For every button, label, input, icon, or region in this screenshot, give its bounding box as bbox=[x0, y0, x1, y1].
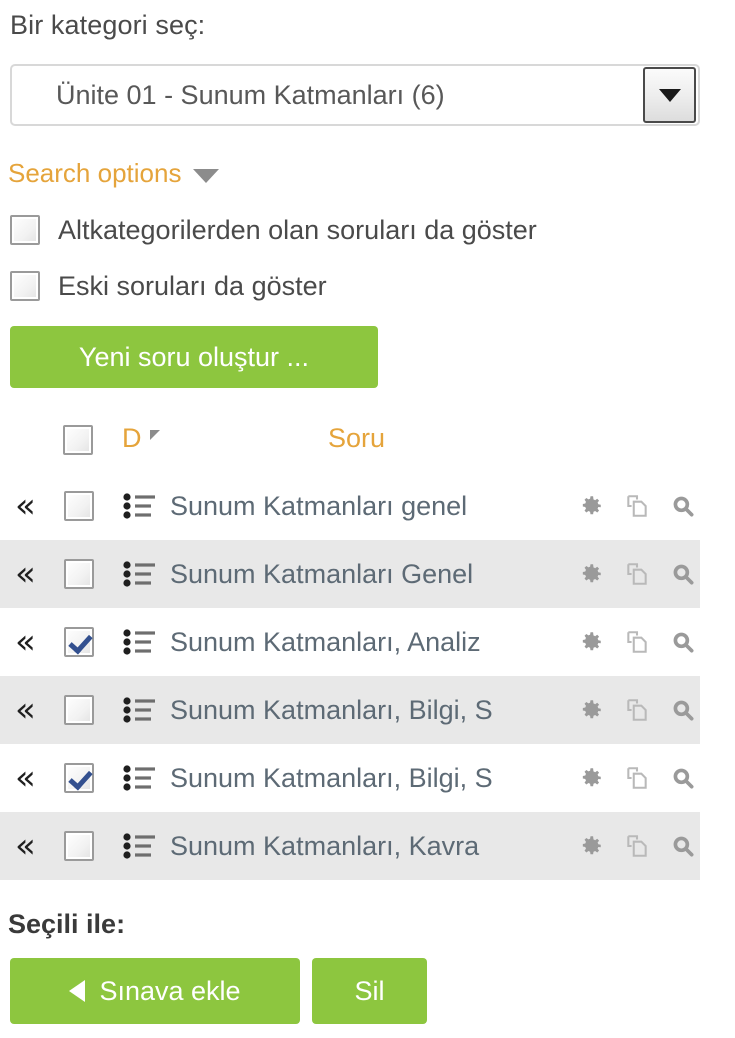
category-label: Bir kategori seç: bbox=[10, 10, 206, 40]
multichoice-icon bbox=[122, 629, 156, 655]
magnifier-icon[interactable] bbox=[670, 697, 696, 723]
column-header-soru[interactable]: Soru bbox=[328, 422, 385, 454]
row-select-checkbox[interactable] bbox=[64, 695, 94, 725]
gear-icon[interactable] bbox=[578, 629, 604, 655]
magnifier-icon[interactable] bbox=[670, 561, 696, 587]
category-select[interactable]: Ünite 01 - Sunum Katmanları (6) bbox=[10, 64, 700, 126]
question-name[interactable]: Sunum Katmanları genel bbox=[170, 490, 570, 522]
search-options-toggle[interactable]: Search options bbox=[8, 158, 220, 188]
gear-icon[interactable] bbox=[578, 561, 604, 587]
category-select-dropdown-button[interactable] bbox=[643, 67, 696, 123]
duplicate-icon[interactable] bbox=[624, 561, 650, 587]
triangle-left-icon bbox=[69, 980, 86, 1002]
question-name[interactable]: Sunum Katmanları, Kavra bbox=[170, 830, 570, 862]
row-select-checkbox[interactable] bbox=[64, 559, 94, 589]
question-name[interactable]: Sunum Katmanları Genel bbox=[170, 558, 570, 590]
sort-ascending-icon bbox=[149, 430, 160, 440]
table-row: « Sunum Katmanları, Kavra bbox=[0, 812, 700, 880]
row-select-checkbox[interactable] bbox=[64, 763, 94, 793]
search-options-label: Search options bbox=[8, 158, 182, 188]
gear-icon[interactable] bbox=[578, 493, 604, 519]
double-chevron-left-icon[interactable]: « bbox=[15, 761, 36, 795]
row-actions bbox=[578, 561, 696, 587]
caret-down-icon bbox=[658, 88, 681, 102]
old-questions-checkbox[interactable] bbox=[10, 271, 40, 301]
table-row: « Sunum Katmanları Genel bbox=[0, 540, 700, 608]
multichoice-icon bbox=[122, 765, 156, 791]
double-chevron-left-icon[interactable]: « bbox=[15, 489, 36, 523]
double-chevron-left-icon[interactable]: « bbox=[15, 693, 36, 727]
multichoice-icon bbox=[122, 697, 156, 723]
category-select-value: Ünite 01 - Sunum Katmanları (6) bbox=[56, 80, 445, 110]
multichoice-icon bbox=[122, 561, 156, 587]
multichoice-icon bbox=[122, 493, 156, 519]
table-row: « Sunum Katmanları, Bilgi, S bbox=[0, 676, 700, 744]
select-all-checkbox[interactable] bbox=[63, 425, 93, 455]
row-select-checkbox[interactable] bbox=[64, 831, 94, 861]
duplicate-icon[interactable] bbox=[624, 697, 650, 723]
option-show-old-questions[interactable]: Eski soruları da göster bbox=[10, 270, 327, 302]
duplicate-icon[interactable] bbox=[624, 833, 650, 859]
question-table: D Soru « Sunum Katmanları genel « Sunum Ka… bbox=[0, 410, 735, 880]
row-actions bbox=[578, 629, 696, 655]
question-name[interactable]: Sunum Katmanları, Bilgi, S bbox=[170, 762, 570, 794]
gear-icon[interactable] bbox=[578, 697, 604, 723]
gear-icon[interactable] bbox=[578, 833, 604, 859]
row-actions bbox=[578, 493, 696, 519]
question-name[interactable]: Sunum Katmanları, Bilgi, S bbox=[170, 694, 570, 726]
duplicate-icon[interactable] bbox=[624, 629, 650, 655]
chevron-down-icon bbox=[193, 168, 220, 183]
row-select-checkbox[interactable] bbox=[64, 491, 94, 521]
question-bank-page: Bir kategori seç: Ünite 01 - Sunum Katma… bbox=[0, 0, 735, 1038]
add-to-quiz-button[interactable]: Sınava ekle bbox=[10, 958, 300, 1024]
table-body: « Sunum Katmanları genel « Sunum Katmanlar… bbox=[0, 472, 735, 880]
row-actions bbox=[578, 765, 696, 791]
column-header-d-label: D bbox=[122, 423, 142, 453]
selected-with-label: Seçili ile: bbox=[8, 909, 126, 939]
magnifier-icon[interactable] bbox=[670, 629, 696, 655]
option-label: Altkategorilerden olan soruları da göste… bbox=[58, 215, 537, 245]
row-actions bbox=[578, 833, 696, 859]
question-name[interactable]: Sunum Katmanları, Analiz bbox=[170, 626, 570, 658]
duplicate-icon[interactable] bbox=[624, 765, 650, 791]
magnifier-icon[interactable] bbox=[670, 765, 696, 791]
magnifier-icon[interactable] bbox=[670, 833, 696, 859]
double-chevron-left-icon[interactable]: « bbox=[15, 625, 36, 659]
table-row: « Sunum Katmanları, Bilgi, S bbox=[0, 744, 700, 812]
row-select-checkbox[interactable] bbox=[64, 627, 94, 657]
table-row: « Sunum Katmanları genel bbox=[0, 472, 700, 540]
magnifier-icon[interactable] bbox=[670, 493, 696, 519]
row-actions bbox=[578, 697, 696, 723]
double-chevron-left-icon[interactable]: « bbox=[15, 557, 36, 591]
option-show-subcategories[interactable]: Altkategorilerden olan soruları da göste… bbox=[10, 214, 537, 246]
column-header-d[interactable]: D bbox=[122, 422, 160, 454]
multichoice-icon bbox=[122, 833, 156, 859]
subcategories-checkbox[interactable] bbox=[10, 215, 40, 245]
double-chevron-left-icon[interactable]: « bbox=[15, 829, 36, 863]
duplicate-icon[interactable] bbox=[624, 493, 650, 519]
add-to-quiz-label: Sınava ekle bbox=[99, 975, 241, 1006]
table-row: « Sunum Katmanları, Analiz bbox=[0, 608, 700, 676]
option-label: Eski soruları da göster bbox=[58, 271, 327, 301]
table-header-row: D Soru bbox=[0, 410, 735, 472]
gear-icon[interactable] bbox=[578, 765, 604, 791]
delete-button[interactable]: Sil bbox=[312, 958, 427, 1024]
create-new-question-button[interactable]: Yeni soru oluştur ... bbox=[10, 326, 378, 388]
